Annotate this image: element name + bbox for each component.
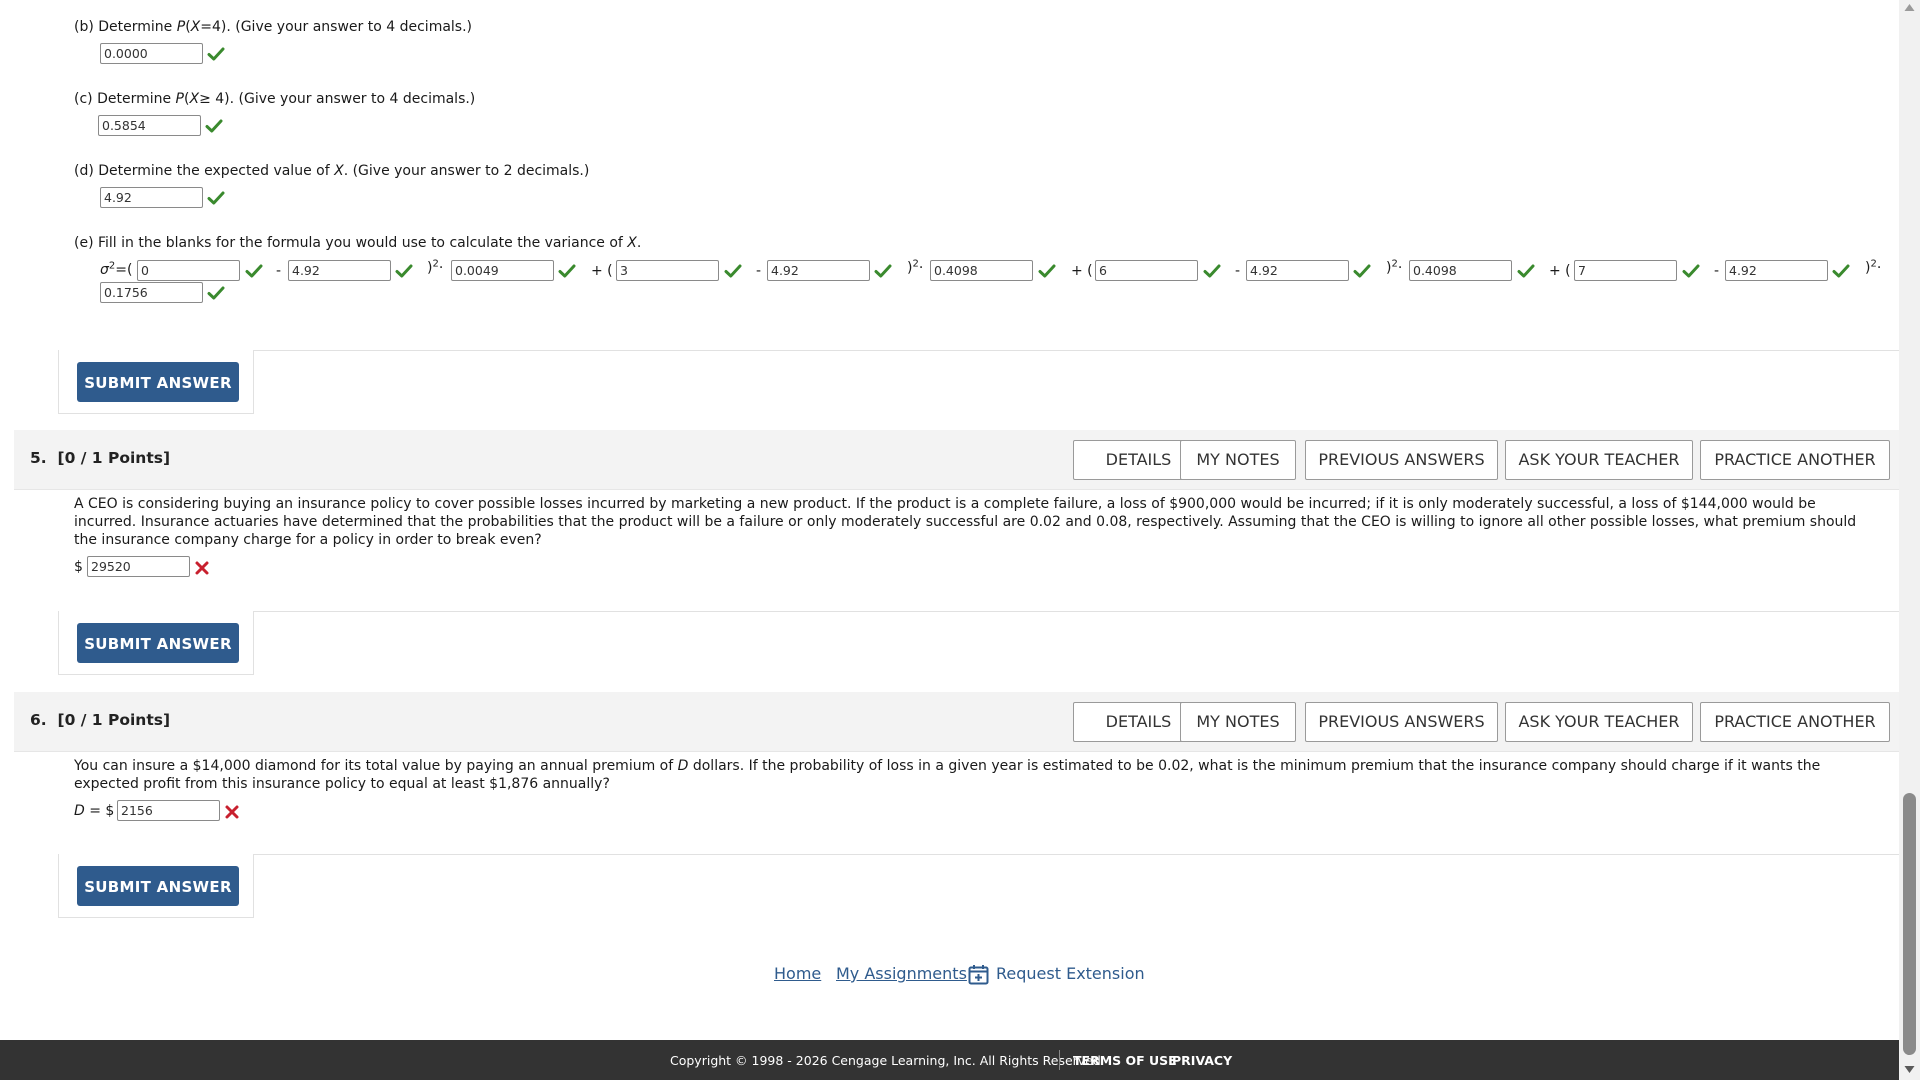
question-5-text: A CEO is considering buying an insurance… [74, 496, 1857, 548]
d-dollar-prefix: D = $ [74, 803, 115, 819]
submit-answer-button[interactable]: SUBMIT ANSWER [77, 866, 239, 906]
correct-check-icon [1353, 263, 1371, 279]
home-link[interactable]: Home [774, 964, 821, 983]
footer-divider [1059, 1050, 1060, 1070]
part-d-question: (d) Determine the expected value of X. (… [74, 163, 590, 179]
plus-open: + ( [591, 263, 613, 279]
incorrect-x-icon [224, 804, 240, 820]
correct-check-icon [1682, 263, 1700, 279]
incorrect-x-icon [194, 560, 210, 576]
close-square: )2· [907, 258, 924, 276]
close-square: )2· [1865, 258, 1882, 276]
minus-sign: - [1235, 263, 1241, 279]
dollar-prefix: $ [74, 559, 83, 575]
question-5-answer-input[interactable]: 29520 [87, 556, 190, 577]
part-c-answer-input[interactable]: 0.5854 [98, 115, 201, 136]
previous-answers-button[interactable]: PREVIOUS ANSWERS [1305, 702, 1498, 742]
correct-check-icon [395, 263, 413, 279]
correct-check-icon [207, 46, 225, 62]
terms-of-use-link[interactable]: TERMS OF USE [1073, 1053, 1177, 1068]
part-b-answer-input[interactable]: 0.0000 [100, 43, 203, 64]
site-footer: Copyright © 1998 - 2026 Cengage Learning… [0, 1040, 1899, 1080]
correct-check-icon [1517, 263, 1535, 279]
practice-another-button[interactable]: PRACTICE ANOTHER [1700, 702, 1890, 742]
correct-check-icon [207, 285, 225, 301]
minus-sign: - [756, 263, 762, 279]
part-d-answer-input[interactable]: 4.92 [100, 187, 203, 208]
part-b-question: (b) Determine P(X=4). (Give your answer … [74, 19, 473, 35]
scroll-up-arrow-icon[interactable] [1904, 3, 1915, 12]
close-square: )2· [427, 258, 444, 276]
submit-answer-button[interactable]: SUBMIT ANSWER [77, 362, 239, 402]
correct-check-icon [207, 190, 225, 206]
my-notes-button[interactable]: MY NOTES [1180, 440, 1296, 480]
variance-p4-input[interactable]: 0.1756 [100, 282, 203, 303]
variance-mean2-input[interactable]: 4.92 [767, 260, 870, 281]
variance-x1-input[interactable]: 0 [137, 260, 240, 281]
plus-open: + ( [1071, 263, 1093, 279]
correct-check-icon [1203, 263, 1221, 279]
submit-divider [58, 350, 1899, 351]
scrollbar-thumb[interactable] [1903, 793, 1916, 1055]
variance-mean1-input[interactable]: 4.92 [288, 260, 391, 281]
footer-links: Home [774, 964, 821, 983]
variance-p1-input[interactable]: 0.0049 [451, 260, 554, 281]
previous-answers-button[interactable]: PREVIOUS ANSWERS [1305, 440, 1498, 480]
variance-x4-input[interactable]: 7 [1574, 260, 1677, 281]
plus-open: + ( [1549, 263, 1571, 279]
practice-another-button[interactable]: PRACTICE ANOTHER [1700, 440, 1890, 480]
part-e-question: (e) Fill in the blanks for the formula y… [74, 235, 642, 251]
correct-check-icon [724, 263, 742, 279]
minus-sign: - [276, 263, 282, 279]
submit-divider [58, 611, 1899, 612]
part-c-question: (c) Determine P(X≥ 4). (Give your answer… [74, 91, 476, 107]
variance-p3-input[interactable]: 0.4098 [1409, 260, 1512, 281]
question-5-number: 5. [0 / 1 Points] [30, 449, 171, 467]
ask-your-teacher-button[interactable]: ASK YOUR TEACHER [1505, 702, 1693, 742]
submit-divider [58, 854, 1899, 855]
correct-check-icon [1038, 263, 1056, 279]
variance-x3-input[interactable]: 6 [1095, 260, 1198, 281]
correct-check-icon [1832, 263, 1850, 279]
variance-mean4-input[interactable]: 4.92 [1725, 260, 1828, 281]
calendar-plus-icon[interactable] [968, 964, 989, 985]
sigma-label: σ2=( [100, 260, 133, 278]
minus-sign: - [1714, 263, 1720, 279]
variance-x2-input[interactable]: 3 [616, 260, 719, 281]
question-6-text: You can insure a $14,000 diamond for its… [74, 758, 1821, 792]
correct-check-icon [558, 263, 576, 279]
copyright-text: Copyright © 1998 - 2026 Cengage Learning… [670, 1053, 1101, 1068]
close-square: )2· [1386, 258, 1403, 276]
correct-check-icon [245, 263, 263, 279]
submit-answer-button[interactable]: SUBMIT ANSWER [77, 623, 239, 663]
question-6-header: 6. [0 / 1 Points] DETAILS MY NOTES PREVI… [14, 692, 1899, 752]
assignment-page: (b) Determine P(X=4). (Give your answer … [0, 0, 1899, 1080]
privacy-link[interactable]: PRIVACY [1172, 1053, 1232, 1068]
question-6-answer-input[interactable]: 2156 [117, 800, 220, 821]
variance-p2-input[interactable]: 0.4098 [930, 260, 1033, 281]
my-notes-button[interactable]: MY NOTES [1180, 702, 1296, 742]
question-6-number: 6. [0 / 1 Points] [30, 711, 171, 729]
correct-check-icon [874, 263, 892, 279]
scroll-down-arrow-icon[interactable] [1904, 1065, 1915, 1074]
correct-check-icon [205, 118, 223, 134]
variance-mean3-input[interactable]: 4.92 [1246, 260, 1349, 281]
request-extension-link[interactable]: Request Extension [996, 964, 1145, 983]
footer-links: My Assignments [836, 964, 967, 983]
vertical-scrollbar[interactable] [1899, 0, 1920, 1080]
ask-your-teacher-button[interactable]: ASK YOUR TEACHER [1505, 440, 1693, 480]
question-5-header: 5. [0 / 1 Points] DETAILS MY NOTES PREVI… [14, 430, 1899, 490]
my-assignments-link[interactable]: My Assignments [836, 964, 967, 983]
